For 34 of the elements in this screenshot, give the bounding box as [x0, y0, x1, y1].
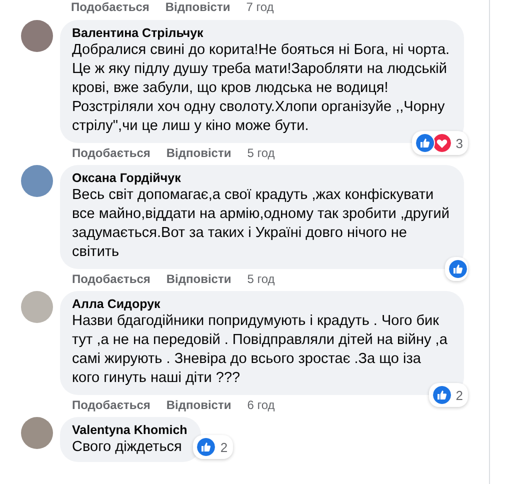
- comment-text: Свого діждеться: [72, 438, 183, 457]
- like-link[interactable]: Подобається: [72, 272, 150, 287]
- comment-text: Весь світ допомагає,а свої крадуть ,жах конфіскувати все майно,віддати на армію,одному так зробити ,другий задумається.Вот за таких і Україні довго нічого не світить: [72, 186, 450, 262]
- reaction-count: 2: [456, 388, 463, 402]
- avatar-photo[interactable]: [21, 417, 53, 449]
- reaction-count: 3: [456, 136, 463, 150]
- reply-link[interactable]: Відповісти: [166, 146, 232, 161]
- reaction-badge[interactable]: [445, 257, 468, 281]
- thumbs-up-icon: [448, 259, 468, 279]
- heart-icon: [432, 133, 452, 153]
- reaction-badge[interactable]: 3: [412, 131, 468, 155]
- comment-time: 7 год: [246, 0, 274, 15]
- like-link[interactable]: Подобається: [71, 0, 150, 15]
- reaction-badge[interactable]: 2: [428, 383, 468, 407]
- comment-time: 5 год: [247, 146, 275, 161]
- thumbs-up-icon: [432, 385, 452, 405]
- like-link[interactable]: Подобається: [72, 398, 150, 413]
- author-name[interactable]: Оксана Гордійчук: [72, 171, 452, 185]
- avatar-photo[interactable]: [21, 165, 53, 197]
- thumbs-up-icon: [414, 133, 435, 153]
- author-name[interactable]: Valentyna Khomich: [72, 423, 188, 437]
- comment-time: 5 год: [247, 272, 275, 287]
- reaction-count: 2: [220, 440, 228, 454]
- author-name[interactable]: Валентина Стрільчук: [72, 26, 452, 40]
- reaction-badge[interactable]: 2: [193, 435, 233, 459]
- thumbs-up-icon: [196, 437, 216, 457]
- like-link[interactable]: Подобається: [72, 146, 150, 161]
- reply-link[interactable]: Відповісти: [166, 398, 232, 413]
- avatar-photo[interactable]: [21, 291, 53, 323]
- comment-time: 6 год: [247, 398, 275, 413]
- reply-link[interactable]: Відповісти: [166, 272, 232, 287]
- author-name[interactable]: Алла Сидорук: [72, 297, 452, 311]
- avatar-photo[interactable]: [21, 20, 53, 52]
- reply-link[interactable]: Відповісти: [165, 0, 230, 15]
